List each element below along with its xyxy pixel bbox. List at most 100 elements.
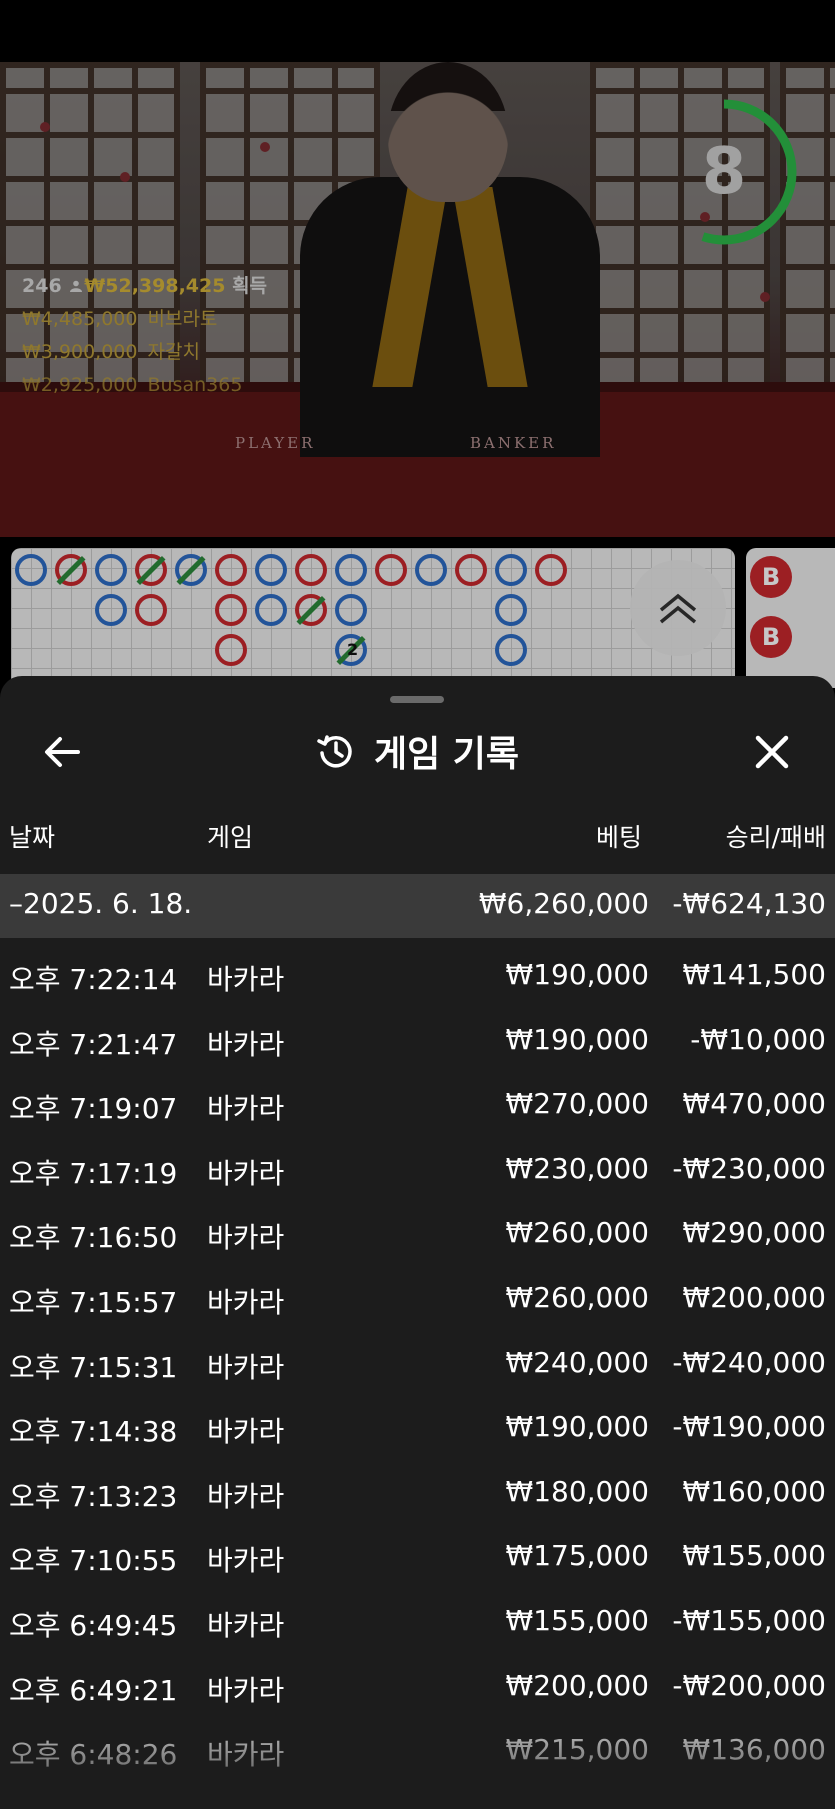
column-game[interactable]: 게임 <box>207 818 253 854</box>
dealer <box>300 177 600 457</box>
row-bet: ₩190,000 <box>505 1410 649 1444</box>
round-count: 246 <box>22 275 62 297</box>
back-button[interactable] <box>40 730 84 774</box>
column-bet[interactable]: 베팅 <box>596 818 642 854</box>
bead-label: B <box>761 563 781 591</box>
row-time: 오후 6:49:45 <box>9 1608 178 1642</box>
row-bet: ₩155,000 <box>505 1603 649 1637</box>
row-game: 바카라 <box>207 1608 285 1642</box>
row-win-loss: ₩200,000 <box>682 1280 826 1314</box>
winners-total: 246 ₩52,398,425 획득 <box>22 270 267 303</box>
close-icon <box>755 735 789 769</box>
sheet-header: 게임 기록 <box>0 716 835 786</box>
date-summary-row[interactable]: –2025. 6. 18. ₩6,260,000 -₩624,130 <box>0 874 835 938</box>
column-headers: 날짜 게임 베팅 승리/패배 <box>0 804 835 864</box>
row-time: 오후 7:19:07 <box>9 1092 178 1126</box>
row-time: 오후 7:17:19 <box>9 1156 178 1190</box>
history-row[interactable]: 오후 7:21:47 바카라 ₩190,000 -₩10,000 <box>0 1006 835 1071</box>
row-time: 오후 7:13:23 <box>9 1479 178 1513</box>
row-time: 오후 6:49:21 <box>9 1673 178 1707</box>
row-game: 바카라 <box>207 1673 285 1707</box>
history-row[interactable]: 오후 7:15:31 바카라 ₩240,000 -₩240,000 <box>0 1329 835 1394</box>
row-game: 바카라 <box>207 1350 285 1384</box>
history-row[interactable]: 오후 7:16:50 바카라 ₩260,000 ₩290,000 <box>0 1199 835 1264</box>
game-history-sheet: 게임 기록 날짜 게임 베팅 승리/패배 –2025. 6. 18. ₩6,26… <box>0 676 835 1809</box>
history-row[interactable]: 오후 7:19:07 바카라 ₩270,000 ₩470,000 <box>0 1070 835 1135</box>
road-mark-player <box>15 554 47 586</box>
road-mark-banker <box>215 594 247 626</box>
row-time: 오후 7:16:50 <box>9 1221 178 1255</box>
history-row[interactable]: 오후 7:15:57 바카라 ₩260,000 ₩200,000 <box>0 1264 835 1329</box>
summary-date: –2025. 6. 18. <box>9 887 193 920</box>
history-row[interactable]: 오후 6:49:45 바카라 ₩155,000 -₩155,000 <box>0 1587 835 1652</box>
row-win-loss: -₩10,000 <box>690 1022 826 1056</box>
row-time: 오후 7:21:47 <box>9 1027 178 1061</box>
winner-amount: ₩2,925,000 <box>22 374 138 396</box>
winner-amount: ₩3,900,000 <box>22 341 138 363</box>
big-road[interactable]: 2 <box>11 548 735 688</box>
history-list: 오후 7:22:14 바카라 ₩190,000 ₩141,500 오후 7:21… <box>0 941 835 1781</box>
row-win-loss: -₩240,000 <box>672 1345 826 1379</box>
person-icon <box>70 280 83 292</box>
summary-bet: ₩6,260,000 <box>478 887 649 920</box>
column-win-loss[interactable]: 승리/패배 <box>726 818 826 854</box>
winner-name: Busan365 <box>147 374 243 396</box>
row-time: 오후 7:22:14 <box>9 963 178 996</box>
row-win-loss: ₩470,000 <box>682 1087 826 1121</box>
row-game: 바카라 <box>207 1092 285 1126</box>
winner-row: ₩4,485,000 비브라토 <box>22 303 267 336</box>
row-time: 오후 7:15:57 <box>9 1285 178 1319</box>
road-mark-banker <box>455 554 487 586</box>
road-mark-banker <box>215 554 247 586</box>
history-row[interactable]: 오후 7:13:23 바카라 ₩180,000 ₩160,000 <box>0 1458 835 1523</box>
road-mark-banker <box>375 554 407 586</box>
row-game: 바카라 <box>207 1156 285 1190</box>
winners-total-amount: ₩52,398,425 <box>84 275 226 297</box>
history-row[interactable]: 오후 7:14:38 바카라 ₩190,000 -₩190,000 <box>0 1393 835 1458</box>
countdown-value: 8 <box>701 135 747 209</box>
winners-total-label: 획득 <box>232 275 268 297</box>
history-row[interactable]: 오후 6:49:21 바카라 ₩200,000 -₩200,000 <box>0 1652 835 1717</box>
row-bet: ₩260,000 <box>505 1216 649 1250</box>
row-bet: ₩180,000 <box>505 1474 649 1508</box>
road-mark-player <box>495 594 527 626</box>
row-game: 바카라 <box>207 1479 285 1513</box>
row-game: 바카라 <box>207 1221 285 1255</box>
sheet-drag-handle[interactable] <box>390 696 444 703</box>
row-time: 오후 7:10:55 <box>9 1544 178 1578</box>
row-game: 바카라 <box>207 1285 285 1319</box>
row-win-loss: -₩155,000 <box>672 1603 826 1637</box>
row-game: 바카라 <box>207 1544 285 1578</box>
expand-roadmap-button[interactable] <box>630 560 726 656</box>
bead-road[interactable]: B B <box>746 548 835 688</box>
road-mark-banker <box>135 594 167 626</box>
winners-list: 246 ₩52,398,425 획득 ₩4,485,000 비브라토 ₩3,900… <box>22 270 267 402</box>
scroll-fade <box>0 1716 835 1809</box>
row-bet: ₩190,000 <box>505 1022 649 1056</box>
row-win-loss: ₩160,000 <box>682 1474 826 1508</box>
road-mark-banker <box>535 554 567 586</box>
row-bet: ₩260,000 <box>505 1280 649 1314</box>
history-row[interactable]: 오후 7:17:19 바카라 ₩230,000 -₩230,000 <box>0 1135 835 1200</box>
row-win-loss: ₩290,000 <box>682 1216 826 1250</box>
tie-count: 2 <box>347 640 359 659</box>
row-time: 오후 7:15:31 <box>9 1350 178 1384</box>
road-mark-banker <box>295 554 327 586</box>
row-win-loss: ₩155,000 <box>682 1539 826 1573</box>
sheet-title-group: 게임 기록 <box>0 716 835 786</box>
road-mark-player <box>335 594 367 626</box>
road-mark-player <box>255 594 287 626</box>
history-row[interactable]: 오후 7:22:14 바카라 ₩190,000 ₩141,500 <box>0 941 835 1006</box>
row-game: 바카라 <box>207 963 285 996</box>
row-win-loss: -₩200,000 <box>672 1668 826 1702</box>
close-button[interactable] <box>750 730 794 774</box>
bead-banker: B <box>750 616 792 658</box>
row-bet: ₩200,000 <box>505 1668 649 1702</box>
winner-amount: ₩4,485,000 <box>22 308 138 330</box>
row-time: 오후 7:14:38 <box>9 1415 178 1449</box>
history-row[interactable]: 오후 7:10:55 바카라 ₩175,000 ₩155,000 <box>0 1522 835 1587</box>
winner-name: 비브라토 <box>147 308 218 330</box>
road-mark-player <box>335 554 367 586</box>
history-icon <box>317 735 352 768</box>
column-date[interactable]: 날짜 <box>9 818 55 854</box>
